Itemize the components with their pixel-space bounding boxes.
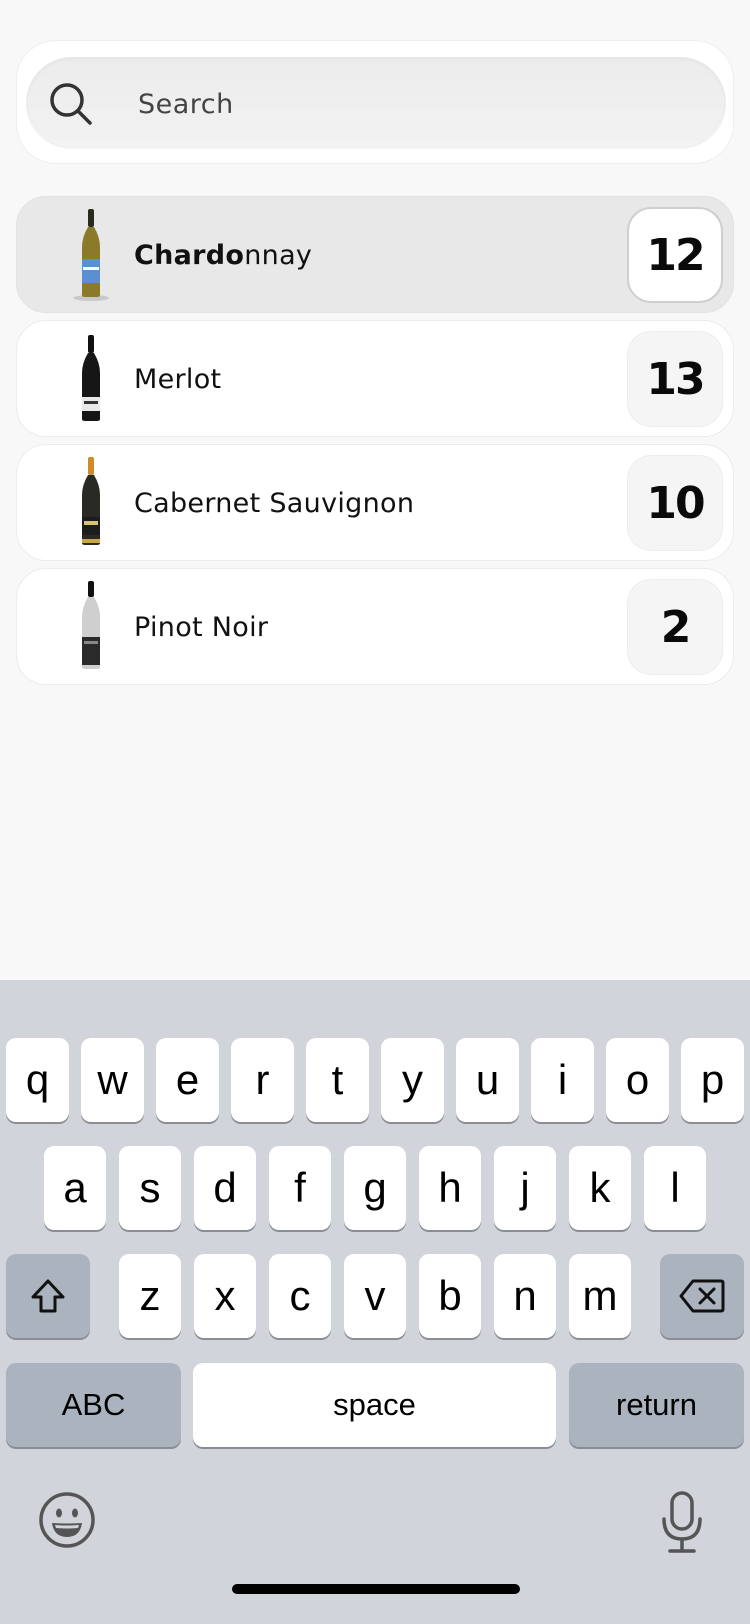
keyboard: q w e r t y u i o p a s d f g h j k l z … xyxy=(0,980,750,1624)
wine-label: Cabernet Sauvignon xyxy=(134,488,415,519)
key-t[interactable]: t xyxy=(306,1038,369,1122)
shift-icon xyxy=(31,1279,65,1313)
key-w[interactable]: w xyxy=(81,1038,144,1122)
key-f[interactable]: f xyxy=(269,1146,331,1230)
cabernet-sauvignon-bottle-image xyxy=(82,457,100,545)
chardonnay-bottle-image xyxy=(73,209,109,301)
key-b[interactable]: b xyxy=(419,1254,481,1338)
key-n[interactable]: n xyxy=(494,1254,556,1338)
key-r[interactable]: r xyxy=(231,1038,294,1122)
key-s[interactable]: s xyxy=(119,1146,181,1230)
key-h[interactable]: h xyxy=(419,1146,481,1230)
search-icon xyxy=(50,83,92,125)
abc-key[interactable]: ABC xyxy=(6,1363,181,1447)
wine-row-chardonnay[interactable]: Chardonnay 12 xyxy=(16,196,734,313)
key-q[interactable]: q xyxy=(6,1038,69,1122)
wine-label: Pinot Noir xyxy=(134,612,269,643)
key-i[interactable]: i xyxy=(531,1038,594,1122)
key-v[interactable]: v xyxy=(344,1254,406,1338)
wine-count-badge: 2 xyxy=(627,579,723,675)
wine-label: Chardonnay xyxy=(134,240,313,271)
key-c[interactable]: c xyxy=(269,1254,331,1338)
key-o[interactable]: o xyxy=(606,1038,669,1122)
wine-row-merlot[interactable]: Merlot 13 xyxy=(16,320,734,437)
key-e[interactable]: e xyxy=(156,1038,219,1122)
wine-count-badge: 10 xyxy=(627,455,723,551)
merlot-bottle-image xyxy=(82,335,100,421)
wine-label: Merlot xyxy=(134,364,222,395)
wine-count-badge: 13 xyxy=(627,331,723,427)
key-k[interactable]: k xyxy=(569,1146,631,1230)
microphone-icon[interactable] xyxy=(660,1491,704,1555)
backspace-key[interactable] xyxy=(660,1254,744,1338)
wine-row-pinot-noir[interactable]: Pinot Noir 2 xyxy=(16,568,734,685)
key-x[interactable]: x xyxy=(194,1254,256,1338)
home-indicator xyxy=(232,1584,520,1594)
key-j[interactable]: j xyxy=(494,1146,556,1230)
backspace-icon xyxy=(679,1279,725,1313)
key-z[interactable]: z xyxy=(119,1254,181,1338)
search-card xyxy=(16,40,734,164)
key-l[interactable]: l xyxy=(644,1146,706,1230)
search-bar[interactable] xyxy=(26,57,726,151)
key-u[interactable]: u xyxy=(456,1038,519,1122)
key-d[interactable]: d xyxy=(194,1146,256,1230)
key-p[interactable]: p xyxy=(681,1038,744,1122)
wine-count-badge: 12 xyxy=(627,207,723,303)
emoji-icon[interactable] xyxy=(38,1491,96,1549)
key-m[interactable]: m xyxy=(569,1254,631,1338)
key-a[interactable]: a xyxy=(44,1146,106,1230)
pinot-noir-bottle-image xyxy=(82,581,100,669)
shift-key[interactable] xyxy=(6,1254,90,1338)
key-g[interactable]: g xyxy=(344,1146,406,1230)
space-key[interactable]: space xyxy=(193,1363,556,1447)
return-key[interactable]: return xyxy=(569,1363,744,1447)
search-input[interactable] xyxy=(136,57,700,151)
wine-row-cabernet-sauvignon[interactable]: Cabernet Sauvignon 10 xyxy=(16,444,734,561)
key-y[interactable]: y xyxy=(381,1038,444,1122)
